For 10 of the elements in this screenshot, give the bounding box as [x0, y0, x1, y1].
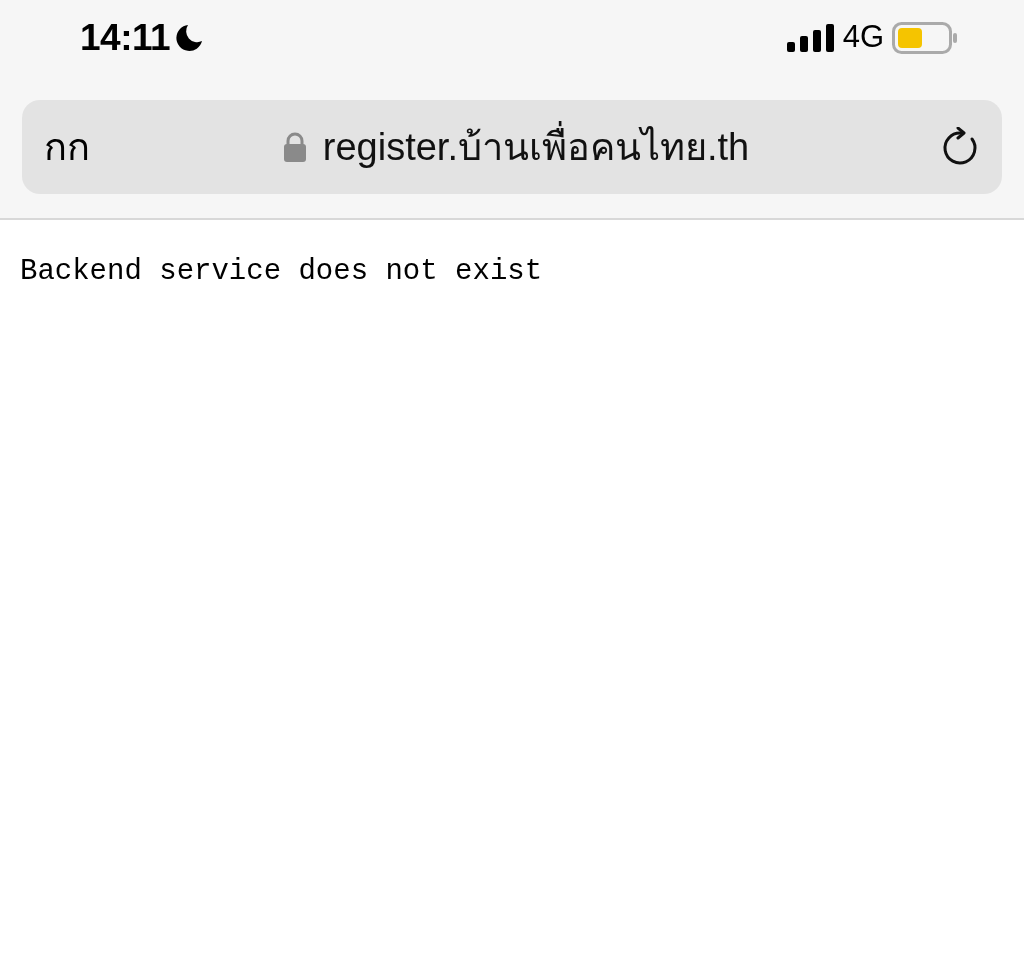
url-text[interactable]: register.บ้านเพื่อคนไทย.th: [322, 118, 750, 176]
reload-icon[interactable]: [942, 127, 980, 167]
lock-icon: [282, 132, 307, 162]
battery-icon: [892, 21, 958, 54]
error-message: Backend service does not exist: [20, 254, 544, 290]
signal-icon: [786, 23, 835, 52]
text-size-button[interactable]: กก: [44, 128, 90, 166]
clock-time: 14:11: [80, 15, 171, 60]
moon-icon: [174, 22, 205, 53]
network-label: 4G: [842, 18, 884, 57]
